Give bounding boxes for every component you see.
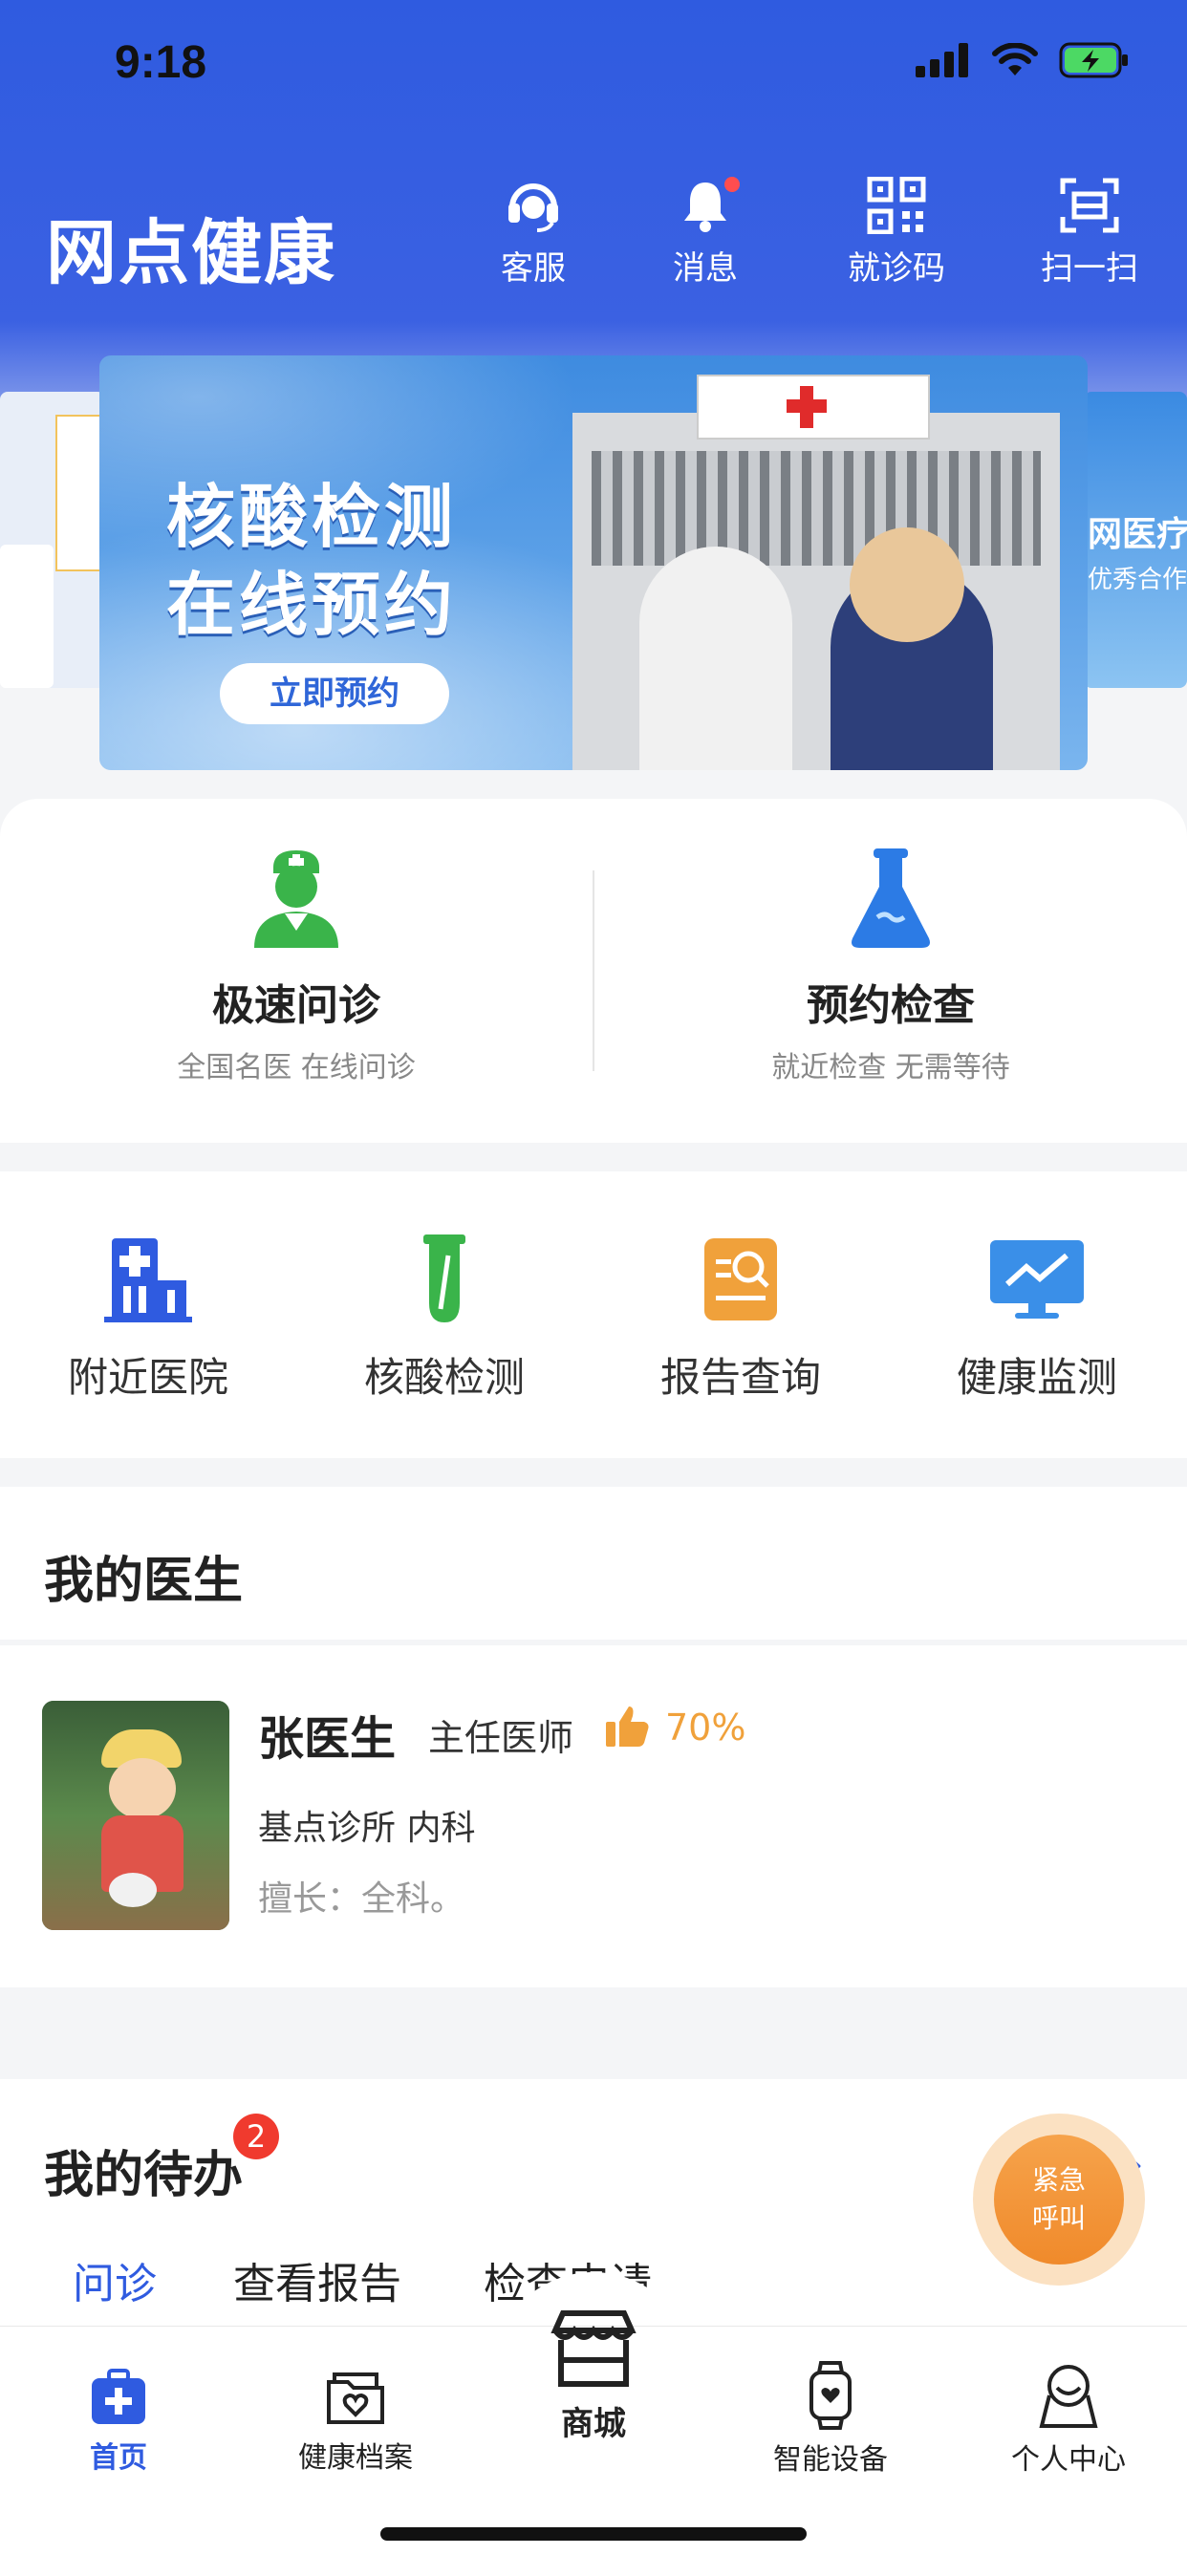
app-title: 网点健康	[46, 212, 336, 294]
customer-service-button[interactable]: 客服	[466, 177, 600, 289]
tab-smart-devices-label: 智能设备	[773, 2443, 888, 2477]
doctor-rank: 主任医师	[428, 1717, 574, 1759]
report-query-entry[interactable]: 报告查询	[593, 1171, 889, 1458]
doctor-name: 张医生	[258, 1712, 397, 1766]
thumbs-up-icon	[606, 1707, 649, 1747]
battery-icon	[1059, 42, 1128, 78]
home-indicator	[380, 2527, 807, 2541]
tab-profile-label: 个人中心	[1011, 2443, 1126, 2477]
tab-store-label: 商城	[561, 2405, 626, 2443]
headset-icon	[508, 183, 558, 232]
report-search-icon	[704, 1238, 777, 1320]
quick-consult-title: 极速问诊	[212, 981, 380, 1030]
hospital-icon	[104, 1238, 192, 1322]
hospital-illustration	[572, 413, 1060, 770]
quick-entry-grid: 附近医院 核酸检测 报告查询 健康监测	[0, 1171, 1187, 1458]
doctor-clinic: 基点诊所 内科	[258, 1809, 476, 1848]
nearby-hospital-label: 附近医院	[67, 1354, 228, 1401]
next-card-text: 网医疗服	[1088, 515, 1187, 554]
report-query-label: 报告查询	[659, 1354, 821, 1401]
book-exam-entry[interactable]: 预约检查 就近检查 无需等待	[594, 799, 1187, 1143]
book-exam-subtitle: 就近检查 无需等待	[771, 1051, 1010, 1084]
visit-code-label: 就诊码	[848, 249, 945, 288]
messages-label: 消息	[673, 249, 738, 288]
signal-icon	[916, 43, 968, 77]
doctor-card[interactable]: 张医生 主任医师 70% 基点诊所 内科 擅长：全科。	[0, 1645, 1187, 1987]
scan-label: 扫一扫	[1041, 249, 1138, 288]
hospital-roof	[697, 375, 930, 440]
book-exam-title: 预约检查	[807, 981, 975, 1030]
doctor-icon	[254, 850, 338, 948]
my-todo-title: 我的待办	[44, 2147, 244, 2204]
tab-health-records[interactable]: 健康档案	[237, 2348, 474, 2476]
status-icons	[916, 42, 1130, 78]
messages-button[interactable]: 消息	[638, 177, 772, 289]
emergency-line-2: 呼叫	[1031, 2202, 1086, 2234]
tab-home[interactable]: 首页	[0, 2348, 237, 2476]
tab-home-label: 首页	[90, 2441, 147, 2475]
customer-service-label: 客服	[501, 249, 566, 288]
wifi-icon	[992, 43, 1038, 75]
monitor-icon	[990, 1240, 1084, 1319]
main-features-card: 极速问诊 全国名医 在线问诊 预约检查 就近检查 无需等待	[0, 799, 1187, 1143]
status-time: 9:18	[115, 37, 207, 88]
doctor-rating: 70%	[665, 1707, 746, 1749]
book-now-button[interactable]: 立即预约	[220, 663, 449, 724]
next-card-subtext: 优秀合作伙	[1088, 566, 1187, 594]
emergency-line-1: 紧急	[1031, 2164, 1086, 2196]
scan-icon	[1060, 178, 1119, 233]
doctor-specialty: 擅长：全科。	[258, 1879, 465, 1919]
todo-count-badge: 2	[233, 2114, 279, 2159]
store-icon	[550, 2310, 637, 2387]
my-doctor-title: 我的医生	[44, 1553, 244, 1610]
my-doctor-header: 我的医生	[0, 1487, 1187, 1640]
health-monitor-entry[interactable]: 健康监测	[889, 1171, 1185, 1458]
nucleic-test-entry[interactable]: 核酸检测	[296, 1171, 593, 1458]
smartwatch-icon	[809, 2361, 852, 2430]
visit-code-button[interactable]: 就诊码	[830, 177, 963, 289]
carousel-next-card[interactable]: 网医疗服 优秀合作伙	[1084, 392, 1187, 688]
person-icon	[1039, 2365, 1098, 2428]
tab-health-records-label: 健康档案	[298, 2441, 413, 2475]
quick-consult-entry[interactable]: 极速问诊 全国名医 在线问诊	[0, 799, 593, 1143]
scan-button[interactable]: 扫一扫	[1023, 177, 1156, 289]
quick-consult-subtitle: 全国名医 在线问诊	[177, 1051, 416, 1084]
nucleic-test-label: 核酸检测	[363, 1354, 525, 1401]
banner-line-2: 在线预约	[166, 565, 458, 645]
doctor-avatar	[42, 1701, 229, 1930]
nearby-hospital-entry[interactable]: 附近医院	[0, 1171, 296, 1458]
flask-icon	[852, 848, 930, 948]
health-monitor-label: 健康监测	[956, 1354, 1117, 1401]
emergency-call-button[interactable]: 紧急 呼叫	[994, 2135, 1124, 2265]
carousel-prev-card[interactable]	[0, 392, 105, 688]
home-medkit-icon	[92, 2369, 145, 2424]
qr-code-icon	[867, 177, 926, 234]
tab-store[interactable]: 商城	[475, 2308, 712, 2444]
test-tube-icon	[423, 1234, 465, 1322]
tab-view-report[interactable]: 查看报告	[233, 2249, 401, 2310]
tab-consult[interactable]: 问诊	[73, 2249, 157, 2310]
folder-heart-icon	[327, 2372, 384, 2424]
unread-dot	[724, 177, 740, 192]
tab-profile[interactable]: 个人中心	[950, 2348, 1187, 2478]
banner-line-1: 核酸检测	[166, 477, 458, 557]
tab-smart-devices[interactable]: 智能设备	[712, 2348, 949, 2478]
nucleic-acid-banner[interactable]: 核酸检测 在线预约 立即预约	[99, 355, 1088, 770]
